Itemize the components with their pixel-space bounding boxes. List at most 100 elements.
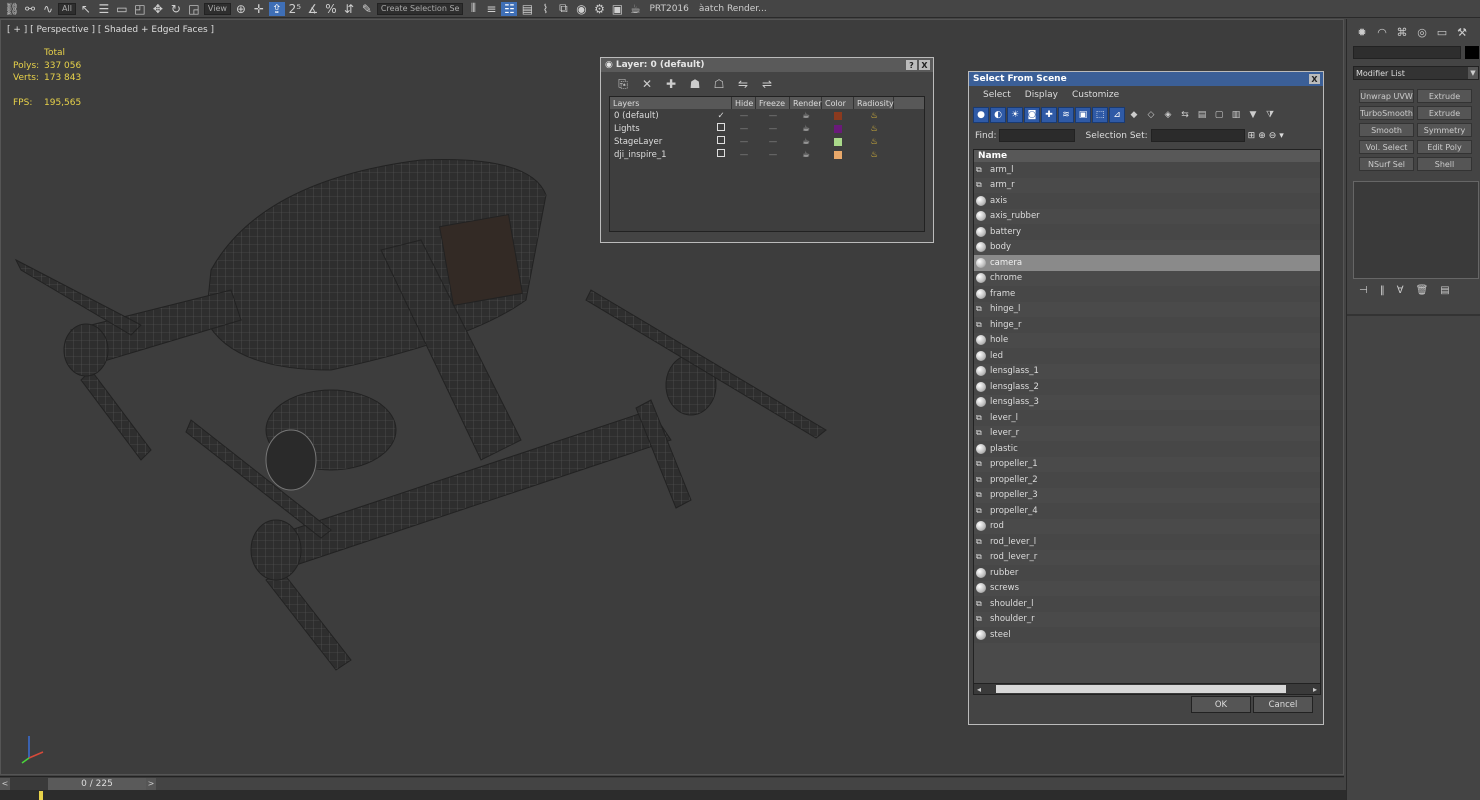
viewport-label[interactable]: [ + ] [ Perspective ] [ Shaded + Edged F… xyxy=(7,25,214,35)
named-selection-set-dropdown[interactable]: Create Selection Se xyxy=(376,2,464,15)
mirror-icon[interactable]: ⫴ xyxy=(465,1,481,16)
selection-set-dropdown[interactable] xyxy=(1150,129,1245,142)
col-hide[interactable]: Hide xyxy=(732,97,756,109)
invert-display-icon[interactable]: ◈ xyxy=(1160,107,1176,123)
layer-row[interactable]: Lights — — ☕ ♨ xyxy=(610,122,924,135)
scale-icon[interactable]: ◲ xyxy=(186,2,202,16)
rendered-frame-icon[interactable]: ▣ xyxy=(609,2,625,16)
utilities-tab-icon[interactable]: ⚒ xyxy=(1455,25,1469,39)
scroll-thumb[interactable] xyxy=(996,685,1286,693)
select-object-icon[interactable]: ↖ xyxy=(78,2,94,16)
ok-button[interactable]: OK xyxy=(1191,696,1251,713)
scene-object-row[interactable]: ⧉ propeller_1 xyxy=(974,457,1320,473)
spinner-snap-icon[interactable]: ⇵ xyxy=(341,2,357,16)
unlink-icon[interactable]: ⚯ xyxy=(22,2,38,16)
scene-object-row[interactable]: battery xyxy=(974,224,1320,240)
scene-object-row[interactable]: ⧉ propeller_4 xyxy=(974,503,1320,519)
freeze-all-layers-icon[interactable]: ⇌ xyxy=(759,77,775,91)
scene-object-row[interactable]: frame xyxy=(974,286,1320,302)
horizontal-scrollbar[interactable]: ◂ ▸ xyxy=(973,683,1321,695)
scene-object-row[interactable]: ⧉ rod_lever_l xyxy=(974,534,1320,550)
scene-object-row[interactable]: ⧉ lever_r xyxy=(974,426,1320,442)
layer-row[interactable]: StageLayer — — ☕ ♨ xyxy=(610,135,924,148)
scene-object-row[interactable]: ⧉ shoulder_l xyxy=(974,596,1320,612)
rectangular-selection-icon[interactable]: ▭ xyxy=(114,2,130,16)
cancel-button[interactable]: Cancel xyxy=(1253,696,1313,713)
material-editor-icon[interactable]: ◉ xyxy=(573,2,589,16)
freeze-toggle[interactable]: — xyxy=(756,150,790,160)
scene-object-row[interactable]: hole xyxy=(974,333,1320,349)
hide-all-layers-icon[interactable]: ⇋ xyxy=(735,77,751,91)
keyboard-shortcut-override-icon[interactable]: ⇪ xyxy=(268,1,285,16)
scene-object-row[interactable]: camera xyxy=(974,255,1320,271)
scene-object-row[interactable]: chrome xyxy=(974,271,1320,287)
pivot-center-icon[interactable]: ⊕ xyxy=(233,2,249,16)
display-tab-icon[interactable]: ▭ xyxy=(1435,25,1449,39)
select-invert-icon[interactable]: ▥ xyxy=(1228,107,1244,123)
move-icon[interactable]: ✥ xyxy=(150,2,166,16)
scroll-right-icon[interactable]: ▸ xyxy=(1310,685,1320,694)
scroll-left-icon[interactable]: ◂ xyxy=(974,685,984,694)
link-icon[interactable]: ⛓ xyxy=(4,2,20,16)
close-button[interactable]: X xyxy=(1309,74,1320,84)
scene-object-row[interactable]: lensglass_1 xyxy=(974,364,1320,380)
scene-object-row[interactable]: ⧉ lever_l xyxy=(974,410,1320,426)
filter-icon[interactable]: ▼ xyxy=(1245,107,1261,123)
menu-customize[interactable]: Customize xyxy=(1072,90,1119,100)
window-crossing-icon[interactable]: ◰ xyxy=(132,2,148,16)
layer-row[interactable]: dji_inspire_1 — — ☕ ♨ xyxy=(610,148,924,161)
scene-dialog-title-bar[interactable]: Select From Scene X xyxy=(969,72,1323,86)
display-bones-icon[interactable]: ⊿ xyxy=(1109,107,1125,123)
create-set-icon[interactable]: ⊞ xyxy=(1248,131,1256,141)
graphite-toolbar-icon[interactable]: ▤ xyxy=(519,2,535,16)
help-button[interactable]: ? xyxy=(906,60,917,70)
scene-object-row[interactable]: axis_rubber xyxy=(974,209,1320,225)
select-by-name-icon[interactable]: ☰ xyxy=(96,2,112,16)
display-xrefs-icon[interactable]: ⬚ xyxy=(1092,107,1108,123)
freeze-toggle[interactable]: — xyxy=(756,137,790,147)
layer-name[interactable]: dji_inspire_1 xyxy=(610,150,710,160)
find-input[interactable] xyxy=(999,129,1076,142)
layer-dialog-title-bar[interactable]: ◉ Layer: 0 (default) ? X xyxy=(601,58,933,72)
hide-toggle[interactable]: — xyxy=(732,111,756,121)
display-shapes-icon[interactable]: ◐ xyxy=(990,107,1006,123)
display-groups-icon[interactable]: ▣ xyxy=(1075,107,1091,123)
render-teapot-icon[interactable]: ☕ xyxy=(790,124,822,134)
extrude-button-2[interactable]: Extrude xyxy=(1417,106,1472,120)
prev-frame-button[interactable]: < xyxy=(0,777,10,790)
current-layer-checkbox[interactable] xyxy=(717,123,725,131)
scene-object-row[interactable]: ⧉ arm_r xyxy=(974,178,1320,194)
scene-object-row[interactable]: ⧉ hinge_l xyxy=(974,302,1320,318)
display-geometry-icon[interactable]: ● xyxy=(973,107,989,123)
schematic-view-icon[interactable]: ⧉ xyxy=(555,1,571,16)
add-to-layer-icon[interactable]: ✚ xyxy=(663,77,679,91)
render-teapot-icon[interactable]: ☕ xyxy=(627,2,643,16)
percent-snap-icon[interactable]: % xyxy=(323,2,339,16)
snaps-toggle-icon[interactable]: 2⁵ xyxy=(287,2,303,16)
scene-object-row[interactable]: lensglass_3 xyxy=(974,395,1320,411)
scene-object-row[interactable]: lensglass_2 xyxy=(974,379,1320,395)
scene-object-row[interactable]: led xyxy=(974,348,1320,364)
nsurf-sel-button[interactable]: NSurf Sel xyxy=(1359,157,1414,171)
extrude-button[interactable]: Extrude xyxy=(1417,89,1472,103)
scene-object-row[interactable]: ⧉ shoulder_r xyxy=(974,612,1320,628)
scene-object-row[interactable]: ⧉ propeller_3 xyxy=(974,488,1320,504)
close-button[interactable]: X xyxy=(919,60,930,70)
radiosity-lamp-icon[interactable]: ♨ xyxy=(854,150,894,160)
object-name-field[interactable] xyxy=(1353,46,1461,59)
batch-render-label[interactable]: àatch Render... xyxy=(695,4,771,14)
modify-tab-icon[interactable]: ◠ xyxy=(1375,25,1389,39)
object-color-swatch[interactable] xyxy=(1465,46,1479,59)
current-layer-checkmark-icon[interactable]: ✓ xyxy=(710,111,732,121)
display-lights-icon[interactable]: ☀ xyxy=(1007,107,1023,123)
hide-toggle[interactable]: — xyxy=(732,137,756,147)
create-layer-icon[interactable]: ⎘ xyxy=(615,77,631,92)
menu-display[interactable]: Display xyxy=(1025,90,1058,100)
time-slider-track[interactable] xyxy=(156,777,1344,790)
layer-color-swatch[interactable] xyxy=(834,111,842,120)
bind-spacewarp-icon[interactable]: ∿ xyxy=(40,2,56,16)
edit-named-selection-icon[interactable]: ✎ xyxy=(359,2,375,16)
scene-object-row[interactable]: screws xyxy=(974,581,1320,597)
sync-selection-icon[interactable]: ⇆ xyxy=(1177,107,1193,123)
col-radiosity[interactable]: Radiosity xyxy=(854,97,894,109)
